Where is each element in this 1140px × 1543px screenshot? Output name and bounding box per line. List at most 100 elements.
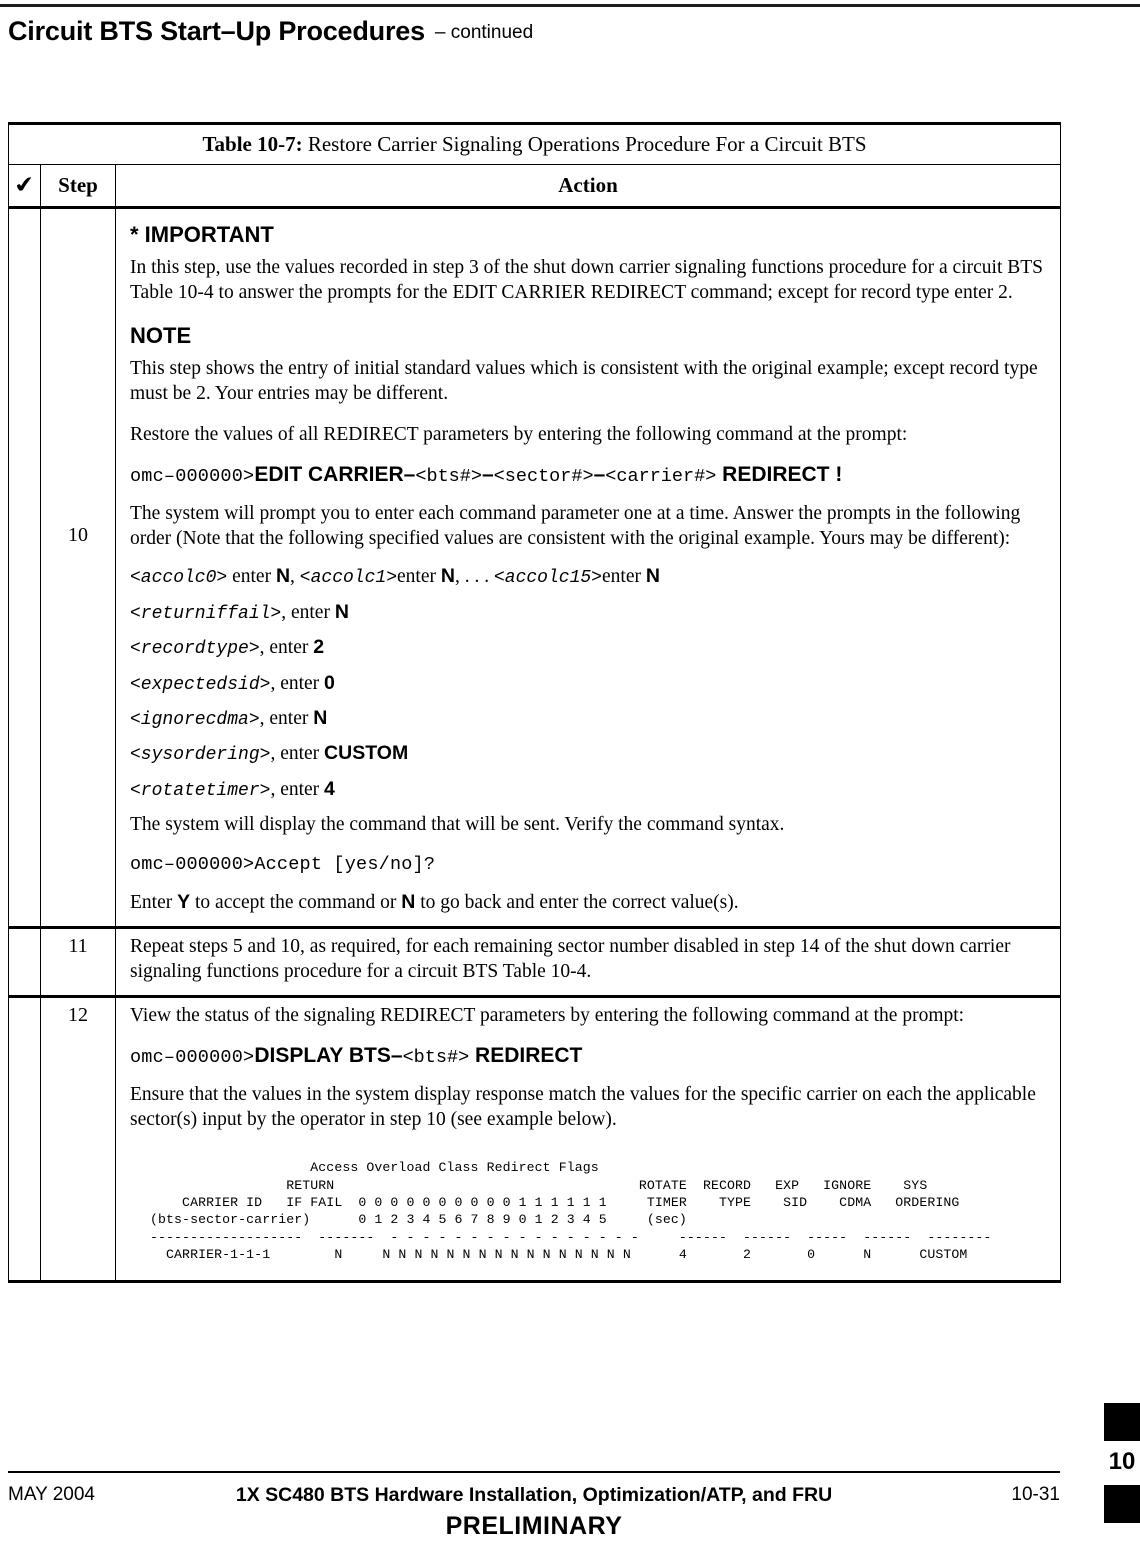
table-row: 12 View the status of the signaling REDI… bbox=[8, 995, 1062, 1283]
page-title: Circuit BTS Start–Up Procedures bbox=[8, 16, 425, 46]
chapter-tab-bottom bbox=[1104, 1485, 1140, 1523]
param-mid: , enter bbox=[270, 672, 325, 694]
param-name: <recordtype> bbox=[130, 639, 260, 660]
step-number-12: 12 bbox=[40, 995, 116, 1283]
param-name-accolc15: <accolc15> bbox=[493, 568, 602, 589]
ensure-text: Ensure that the values in the system dis… bbox=[130, 1084, 1036, 1131]
action-cell-10: * IMPORTANT In this step, use the values… bbox=[114, 206, 1062, 929]
accept-text-c: to go back and enter the correct value(s… bbox=[415, 892, 739, 914]
param-value-accolc1: N bbox=[440, 565, 455, 588]
accept-instruction: Enter Y to accept the command or N to go… bbox=[130, 890, 1046, 916]
table-caption-label: Table 10-7: bbox=[202, 132, 303, 156]
param-mid: , enter bbox=[270, 743, 325, 765]
command-verb: EDIT CARRIER– bbox=[254, 463, 416, 487]
step-10-intro: Restore the values of all REDIRECT param… bbox=[130, 424, 908, 446]
footer-title: 1X SC480 BTS Hardware Installation, Opti… bbox=[235, 1484, 833, 1506]
param-line: <returniffail>, enter N bbox=[130, 600, 1046, 626]
system-display-listing: Access Overload Class Redirect Flags RET… bbox=[150, 1160, 992, 1263]
param-name: <ignorecdma> bbox=[130, 709, 260, 730]
accept-prompt: omc–000000>Accept [yes/no]? bbox=[130, 854, 436, 876]
step-12-intro: View the status of the signaling REDIREC… bbox=[130, 1005, 965, 1027]
step-number-10: 10 bbox=[40, 206, 116, 929]
page-footer: MAY 2004 1X SC480 BTS Hardware Installat… bbox=[8, 1484, 1060, 1514]
param-value: N bbox=[334, 600, 349, 623]
param-value: 0 bbox=[324, 671, 335, 694]
param-mid: , enter bbox=[270, 778, 325, 800]
param-name-accolc0: <accolc0> bbox=[130, 568, 228, 589]
table-caption-text: Restore Carrier Signaling Operations Pro… bbox=[302, 132, 867, 156]
command-object-text: REDIRECT bbox=[475, 1044, 583, 1068]
param-line: <rotatetimer>, enter 4 bbox=[130, 777, 1046, 803]
param-value-accolc0: N bbox=[275, 565, 291, 588]
command-arg-carrier: <carrier#> bbox=[605, 466, 717, 488]
command-verb: DISPLAY BTS– bbox=[254, 1044, 403, 1068]
param-text-1: , bbox=[290, 566, 300, 588]
command-arg-sector: <sector#> bbox=[493, 466, 594, 488]
command-object: REDIRECT bbox=[469, 1044, 582, 1067]
param-value: N bbox=[313, 706, 328, 729]
param-mid: , enter bbox=[259, 707, 314, 729]
param-value-accolc15: N bbox=[645, 565, 660, 588]
preliminary-stamp: PRELIMINARY bbox=[445, 1512, 623, 1540]
col-header-action: Action bbox=[114, 164, 1062, 209]
command-arg-bts: <bts#> bbox=[402, 1047, 470, 1069]
table-caption: Table 10-7: Restore Carrier Signaling Op… bbox=[7, 121, 1062, 166]
checkmark-icon: ✔ bbox=[12, 172, 38, 200]
param-line: <ignorecdma>, enter N bbox=[130, 706, 1046, 732]
footer-page-number: 10-31 bbox=[1011, 1484, 1060, 1505]
accept-no-key: N bbox=[401, 891, 416, 914]
row-check-cell-10[interactable] bbox=[8, 206, 41, 929]
command-object-text: REDIRECT ! bbox=[722, 463, 843, 487]
accept-text-b: to accept the command or bbox=[190, 892, 402, 914]
row-check-cell-11[interactable] bbox=[8, 926, 41, 998]
omc-prompt: omc–000000> bbox=[130, 466, 255, 488]
table-row: 10 * IMPORTANT In this step, use the val… bbox=[8, 206, 1062, 929]
step-11-text: Repeat steps 5 and 10, as required, for … bbox=[130, 936, 1011, 983]
omc-prompt: omc–000000> bbox=[130, 1047, 255, 1069]
page-top-rule bbox=[0, 4, 1140, 7]
command-sep-2: – bbox=[593, 463, 606, 487]
table-header-row: ✔ Step Action bbox=[8, 164, 1062, 209]
running-header: Circuit BTS Start–Up Procedures – continu… bbox=[8, 16, 533, 47]
param-text-2: enter bbox=[397, 566, 441, 588]
note-heading: NOTE bbox=[130, 323, 192, 349]
edit-carrier-command: omc–000000>EDIT CARRIER–<bts#>–<sector#>… bbox=[130, 462, 1046, 488]
param-line: <sysordering>, enter CUSTOM bbox=[130, 741, 1046, 767]
display-bts-command: omc–000000>DISPLAY BTS–<bts#> REDIRECT bbox=[130, 1043, 1046, 1069]
chapter-tab-number: 10 bbox=[1108, 1448, 1136, 1475]
param-name-accolc1: <accolc1> bbox=[299, 568, 398, 589]
param-name: <rotatetimer> bbox=[130, 780, 271, 801]
param-line: <expectedsid>, enter 0 bbox=[130, 671, 1046, 697]
command-sep-1: – bbox=[481, 463, 494, 487]
command-object: REDIRECT ! bbox=[716, 463, 842, 486]
param-line: <recordtype>, enter 2 bbox=[130, 635, 1046, 661]
table-row: 11 Repeat steps 5 and 10, as required, f… bbox=[8, 926, 1062, 998]
command-arg-bts: <bts#> bbox=[415, 466, 482, 488]
procedure-table: Table 10-7: Restore Carrier Signaling Op… bbox=[7, 121, 1062, 1283]
param-line-accolc: <accolc0> enter N, <accolc1>enter N, . .… bbox=[130, 564, 1046, 590]
accept-text-a: Enter bbox=[130, 892, 178, 914]
important-heading: * IMPORTANT bbox=[130, 222, 274, 248]
action-cell-11: Repeat steps 5 and 10, as required, for … bbox=[114, 926, 1062, 998]
prompt-order-text: The system will prompt you to enter each… bbox=[130, 503, 1021, 550]
footer-rule bbox=[8, 1471, 1060, 1473]
row-check-cell-12[interactable] bbox=[8, 995, 41, 1283]
param-text-0: enter bbox=[227, 566, 276, 588]
param-value: 4 bbox=[324, 777, 335, 800]
accept-yes-key: Y bbox=[177, 891, 191, 914]
param-name: <sysordering> bbox=[130, 745, 271, 766]
accept-prompt-line: omc–000000>Accept [yes/no]? bbox=[130, 852, 1046, 876]
param-text-4: enter bbox=[602, 566, 646, 588]
col-header-check: ✔ bbox=[8, 164, 41, 209]
param-mid: , enter bbox=[281, 601, 335, 623]
param-value: 2 bbox=[313, 636, 325, 659]
param-text-3: , . . . bbox=[454, 566, 494, 588]
step-number-11: 11 bbox=[40, 926, 116, 998]
action-cell-12: View the status of the signaling REDIREC… bbox=[114, 995, 1062, 1283]
chapter-tab-top bbox=[1104, 1403, 1140, 1441]
table-caption-row: Table 10-7: Restore Carrier Signaling Op… bbox=[7, 121, 1062, 166]
note-text: This step shows the entry of initial sta… bbox=[130, 358, 1038, 405]
param-mid: , enter bbox=[259, 637, 314, 659]
